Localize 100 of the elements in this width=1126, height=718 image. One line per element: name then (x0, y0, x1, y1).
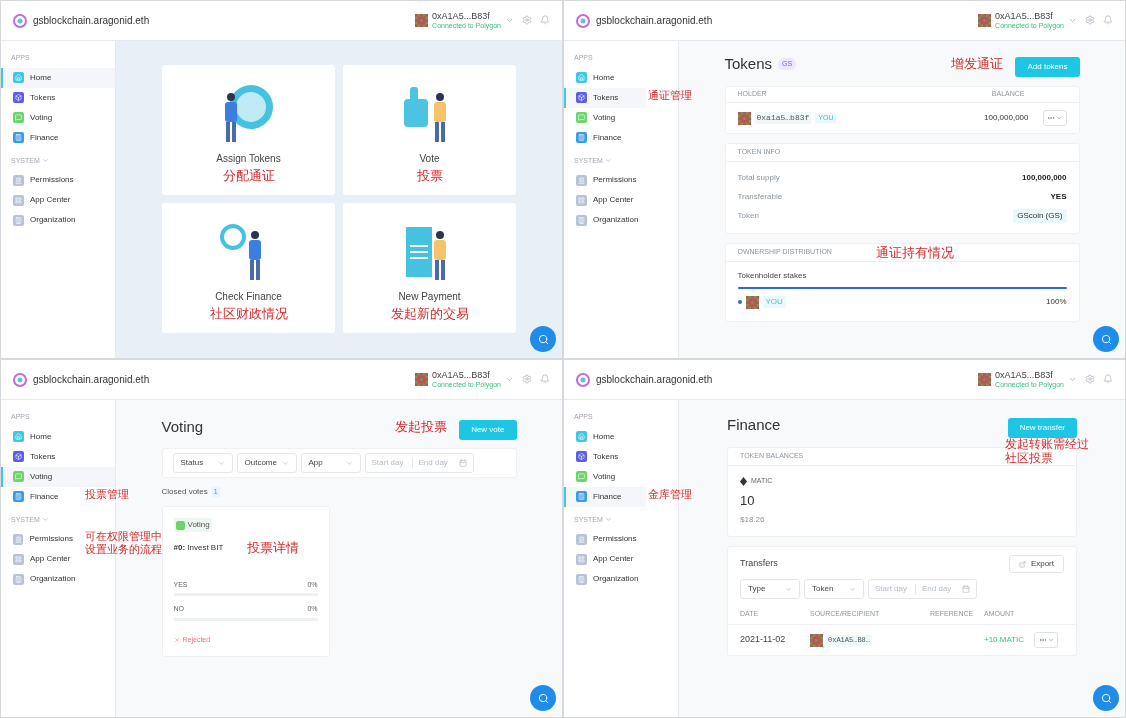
organization-name: gsblockchain.aragonid.eth (33, 373, 150, 387)
avatar-pattern-icon (978, 373, 992, 386)
start-date-field[interactable]: Start day (371, 457, 406, 469)
filter-dropdown[interactable]: Token (804, 579, 864, 599)
sidebar-item[interactable]: Tokens (1, 87, 115, 108)
sidebar-item[interactable]: Permissions (1, 529, 83, 549)
app-icon (576, 214, 587, 226)
info-label: Transferable (737, 190, 783, 203)
settings-icon[interactable] (1085, 15, 1095, 26)
chevron-down-icon[interactable] (41, 516, 49, 524)
annotation-text: 发起转账需经过社区投票 (1005, 436, 1090, 466)
bell-icon[interactable] (1103, 374, 1113, 385)
page-title: Tokens (724, 53, 773, 74)
chevron-down-icon (1068, 16, 1077, 25)
bell-icon[interactable] (540, 15, 550, 26)
chevron-down-icon (1047, 637, 1054, 643)
sidebar-item[interactable]: Organization (564, 569, 678, 589)
calendar-icon (962, 585, 970, 593)
sidebar-item[interactable]: Permissions (564, 529, 678, 549)
search-icon (537, 692, 549, 704)
chevron-down-icon[interactable] (604, 157, 612, 165)
filter-dropdown[interactable]: Type (740, 579, 800, 599)
external-link-icon (1018, 560, 1026, 568)
filter-dropdown[interactable]: Status (172, 453, 233, 473)
sidebar-item[interactable]: Finance (564, 127, 678, 148)
sidebar-item[interactable]: Finance (1, 127, 115, 148)
export-button[interactable]: Export (1008, 555, 1064, 573)
annotation-text: 通证持有情况 (875, 243, 954, 262)
table-cell-text: 2021-11-02 (740, 633, 787, 647)
action-card[interactable]: Vote 投票 (343, 65, 516, 195)
sidebar-item[interactable]: Tokens (564, 446, 678, 467)
annotation-text: 发起投票 (395, 418, 448, 437)
calendar-icon (458, 459, 467, 467)
fiat-value: $18.26 (740, 514, 765, 526)
app-icon (576, 533, 587, 545)
sidebar-item[interactable]: Permissions (564, 170, 678, 190)
page-title: Finance (727, 414, 781, 435)
sidebar-item[interactable]: Tokens (1, 446, 115, 467)
section-title: Closed votes (161, 486, 208, 498)
chevron-down-icon[interactable] (604, 516, 612, 524)
sidebar-item[interactable]: App Center (564, 190, 678, 210)
chevron-down-icon (505, 16, 514, 25)
page-title: Voting (161, 416, 204, 437)
action-card[interactable]: New Payment 发起新的交易 (343, 203, 516, 333)
token-tag: GScoin (GS) (1013, 208, 1067, 223)
avatar-pattern-icon (745, 295, 759, 309)
annotation-text: 增发通证 (951, 55, 1004, 74)
date-range-field[interactable]: Start day End day (868, 579, 977, 599)
sidebar-item[interactable]: Organization (1, 210, 115, 230)
sidebar-item[interactable]: Voting (1, 107, 115, 128)
sidebar-item[interactable]: Organization (1, 569, 115, 589)
sidebar-item[interactable]: Finance (564, 486, 646, 507)
organization-name: gsblockchain.aragonid.eth (596, 373, 713, 387)
vote-title: #0: Invest BIT (173, 541, 224, 554)
app-icon (576, 573, 587, 585)
sidebar-item[interactable]: Voting (564, 107, 678, 128)
action-card[interactable]: Assign Tokens 分配通证 (162, 65, 335, 195)
settings-icon[interactable] (522, 15, 532, 26)
action-card[interactable]: Check Finance 社区财政情况 (162, 203, 335, 333)
more-menu-button[interactable] (1042, 110, 1067, 126)
chevron-down-icon (1068, 375, 1077, 384)
chevron-down-icon[interactable] (41, 157, 49, 165)
settings-icon[interactable] (1085, 374, 1095, 385)
filter-dropdown[interactable]: Outcome (236, 453, 297, 473)
sidebar-item[interactable]: Finance (1, 486, 83, 507)
chevron-down-icon (505, 375, 514, 384)
sidebar-item[interactable]: Home (564, 67, 678, 88)
settings-icon[interactable] (522, 374, 532, 385)
bell-icon[interactable] (1103, 15, 1113, 26)
sidebar-item[interactable]: Permissions (1, 170, 115, 190)
sidebar-item[interactable]: Organization (564, 210, 678, 230)
app-icon (13, 533, 24, 545)
sidebar-item[interactable]: Tokens (564, 87, 646, 108)
sidebar-item[interactable]: Voting (1, 466, 115, 487)
info-label: Token (737, 209, 759, 222)
annotation-text: 投票管理 (85, 487, 129, 501)
avatar-pattern-icon (810, 633, 823, 647)
you-tag: YOU (762, 296, 786, 308)
start-date-field[interactable]: Start day (875, 583, 909, 595)
end-date-field[interactable]: End day (922, 583, 956, 595)
avatar-pattern-icon (415, 373, 429, 386)
cross-icon (173, 636, 180, 643)
filter-dropdown[interactable]: App (300, 453, 361, 473)
search-icon (1100, 692, 1112, 704)
sidebar-item[interactable]: Home (1, 426, 115, 447)
end-date-field[interactable]: End day (418, 457, 453, 469)
sidebar-item[interactable]: App Center (564, 549, 678, 569)
sidebar-item[interactable]: Home (564, 426, 678, 447)
bell-icon[interactable] (540, 374, 550, 385)
chevron-down-icon (281, 459, 289, 467)
annotation-text: 通证管理 (648, 88, 692, 102)
annotation-text: 金库管理 (648, 487, 692, 501)
sidebar-item[interactable]: App Center (1, 190, 115, 210)
search-icon (1100, 333, 1112, 345)
sidebar-item[interactable]: Home (1, 67, 115, 88)
sidebar-item[interactable]: Voting (564, 466, 678, 487)
more-icon (1038, 636, 1047, 644)
annotation-text: 投票详情 (247, 539, 300, 557)
date-range-field[interactable]: Start day End day (364, 453, 474, 473)
more-menu-button[interactable] (1034, 632, 1058, 648)
